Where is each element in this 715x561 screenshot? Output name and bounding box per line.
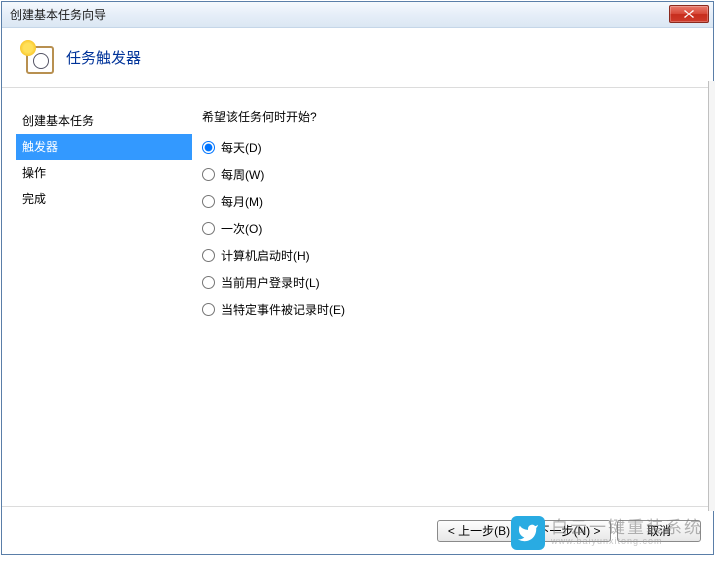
next-button[interactable]: 下一步(N) > — [527, 520, 611, 542]
radio-event-label[interactable]: 当特定事件被记录时(E) — [221, 301, 345, 318]
trigger-option-event[interactable]: 当特定事件被记录时(E) — [202, 301, 713, 318]
radio-once-label[interactable]: 一次(O) — [221, 220, 262, 237]
radio-daily-label[interactable]: 每天(D) — [221, 139, 262, 156]
radio-logon-label[interactable]: 当前用户登录时(L) — [221, 274, 320, 291]
radio-weekly-label[interactable]: 每周(W) — [221, 166, 264, 183]
radio-monthly[interactable] — [202, 195, 215, 208]
trigger-option-weekly[interactable]: 每周(W) — [202, 166, 713, 183]
radio-monthly-label[interactable]: 每月(M) — [221, 193, 263, 210]
window-title: 创建基本任务向导 — [10, 6, 106, 23]
sidebar-step-action[interactable]: 操作 — [16, 160, 192, 186]
radio-daily[interactable] — [202, 141, 215, 154]
close-button[interactable] — [669, 5, 709, 23]
page-edge — [708, 81, 715, 511]
trigger-option-logon[interactable]: 当前用户登录时(L) — [202, 274, 713, 291]
trigger-option-once[interactable]: 一次(O) — [202, 220, 713, 237]
sidebar-step-create[interactable]: 创建基本任务 — [16, 108, 192, 134]
cancel-button[interactable]: 取消 — [617, 520, 701, 542]
wizard-body: 创建基本任务 触发器 操作 完成 希望该任务何时开始? 每天(D) 每周(W) … — [2, 88, 713, 506]
radio-logon[interactable] — [202, 276, 215, 289]
close-icon — [683, 9, 695, 19]
task-scheduler-icon — [22, 42, 54, 74]
trigger-option-daily[interactable]: 每天(D) — [202, 139, 713, 156]
titlebar: 创建基本任务向导 — [2, 2, 713, 28]
back-button[interactable]: < 上一步(B) — [437, 520, 521, 542]
wizard-steps-sidebar: 创建基本任务 触发器 操作 完成 — [2, 88, 192, 506]
trigger-prompt: 希望该任务何时开始? — [202, 108, 713, 125]
radio-once[interactable] — [202, 222, 215, 235]
page-title: 任务触发器 — [66, 47, 141, 68]
trigger-option-monthly[interactable]: 每月(M) — [202, 193, 713, 210]
radio-startup[interactable] — [202, 249, 215, 262]
radio-weekly[interactable] — [202, 168, 215, 181]
radio-event[interactable] — [202, 303, 215, 316]
wizard-header: 任务触发器 — [2, 28, 713, 88]
wizard-footer: < 上一步(B) 下一步(N) > 取消 白云一键重装系统 www.baiyun… — [2, 506, 713, 554]
wizard-window: 创建基本任务向导 任务触发器 创建基本任务 触发器 操作 完成 希望该任务何时开… — [1, 1, 714, 555]
radio-startup-label[interactable]: 计算机启动时(H) — [221, 247, 310, 264]
trigger-option-startup[interactable]: 计算机启动时(H) — [202, 247, 713, 264]
wizard-main-panel: 希望该任务何时开始? 每天(D) 每周(W) 每月(M) 一次(O) 计算机启动… — [192, 88, 713, 506]
sidebar-step-trigger[interactable]: 触发器 — [16, 134, 192, 160]
sidebar-step-finish[interactable]: 完成 — [16, 186, 192, 212]
